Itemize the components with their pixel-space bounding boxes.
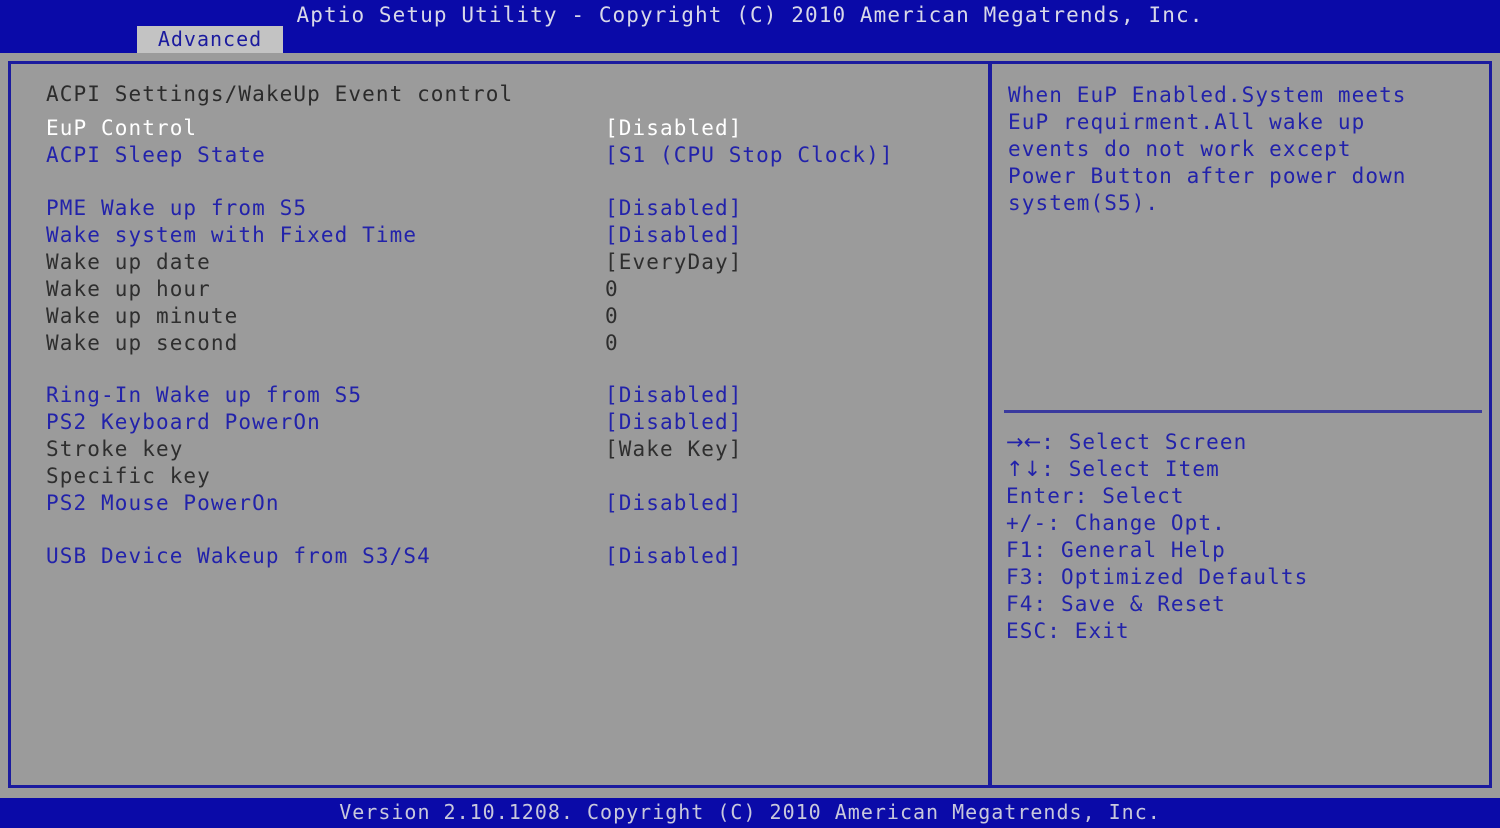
setting-value[interactable]: [Disabled] [605, 116, 742, 140]
key-legend-row: Enter: Select [1006, 484, 1476, 511]
setting-row: Wake up second 0 [46, 331, 976, 358]
utility-title: Aptio Setup Utility - Copyright (C) 2010… [296, 3, 1204, 27]
key-name: F3 [1006, 565, 1034, 589]
setting-value[interactable]: [Disabled] [605, 223, 742, 247]
setting-value: 0 [605, 331, 619, 355]
setting-row[interactable]: PME Wake up from S5 [Disabled] [46, 196, 976, 223]
key-legend-row: +/-: Change Opt. [1006, 511, 1476, 538]
key-legend-row: ESC: Exit [1006, 619, 1476, 646]
key-action-label: : Save & Reset [1033, 592, 1226, 616]
setting-row: Wake up minute 0 [46, 304, 976, 331]
setting-value: [EveryDay] [605, 250, 743, 274]
setting-label: Wake system with Fixed Time [46, 223, 418, 247]
key-action-label: : Select Item [1041, 457, 1220, 481]
setting-row[interactable]: USB Device Wakeup from S3/S4 [Disabled] [46, 544, 976, 571]
arrow-keys-icon: →← [1006, 430, 1042, 454]
setting-label: Wake up second [46, 331, 239, 355]
panel-divider [988, 64, 992, 785]
setting-label: PS2 Mouse PowerOn [46, 491, 280, 515]
key-action-label: : Change Opt. [1047, 511, 1226, 535]
setting-label: Wake up hour [46, 277, 211, 301]
key-action-label: : Select Screen [1041, 430, 1248, 454]
setting-label: Specific key [46, 464, 211, 488]
help-description: When EuP Enabled.System meets EuP requir… [1008, 83, 1407, 215]
setting-value[interactable]: [Disabled] [605, 544, 742, 568]
setting-label: EuP Control [46, 116, 198, 140]
setting-row[interactable]: PS2 Mouse PowerOn [Disabled] [46, 491, 976, 518]
key-legend: →←: Select Screen ↑↓: Select Item Enter: S… [1006, 430, 1476, 646]
key-legend-row: →←: Select Screen [1006, 430, 1476, 457]
setting-row[interactable]: Ring-In Wake up from S5 [Disabled] [46, 383, 976, 410]
setting-row: Wake up hour 0 [46, 277, 976, 304]
setting-label: Wake up date [46, 250, 211, 274]
key-legend-row: ↑↓: Select Item [1006, 457, 1476, 484]
key-action-label: : Exit [1047, 619, 1130, 643]
key-action-label: : Optimized Defaults [1033, 565, 1309, 589]
key-name: +/- [1006, 511, 1048, 535]
help-panel: When EuP Enabled.System meets EuP requir… [996, 66, 1488, 781]
title-bar: Aptio Setup Utility - Copyright (C) 2010… [0, 0, 1500, 53]
setting-value[interactable]: [S1 (CPU Stop Clock)] [605, 143, 894, 167]
setting-value[interactable]: [Disabled] [605, 383, 742, 407]
setting-row[interactable]: PS2 Keyboard PowerOn [Disabled] [46, 410, 976, 437]
key-name: ESC [1006, 619, 1048, 643]
setting-value[interactable]: [Disabled] [605, 491, 742, 515]
setting-row[interactable]: Wake system with Fixed Time [Disabled] [46, 223, 976, 250]
section-header: ACPI Settings/WakeUp Event control [46, 82, 514, 106]
key-legend-row: F4: Save & Reset [1006, 592, 1476, 619]
settings-panel: ACPI Settings/WakeUp Event control EuP C… [14, 66, 984, 781]
setting-label: Ring-In Wake up from S5 [46, 383, 363, 407]
key-name: F4 [1006, 592, 1034, 616]
setting-label: PME Wake up from S5 [46, 196, 308, 220]
setting-value[interactable]: [Disabled] [605, 410, 742, 434]
setting-value: [Wake Key] [605, 437, 743, 461]
setting-row[interactable]: EuP Control [Disabled] [46, 116, 976, 143]
key-name: F1 [1006, 538, 1034, 562]
setting-label: Stroke key [46, 437, 184, 461]
setting-row: Specific key [46, 464, 976, 491]
key-legend-row: F3: Optimized Defaults [1006, 565, 1476, 592]
key-legend-row: F1: General Help [1006, 538, 1476, 565]
setting-value[interactable]: [Disabled] [605, 196, 742, 220]
setting-label: ACPI Sleep State [46, 143, 266, 167]
setting-value: 0 [605, 277, 619, 301]
setting-value: 0 [605, 304, 619, 328]
setting-row[interactable]: ACPI Sleep State [S1 (CPU Stop Clock)] [46, 143, 976, 170]
footer-bar: Version 2.10.1208. Copyright (C) 2010 Am… [0, 798, 1500, 828]
setting-row: Wake up date [EveryDay] [46, 250, 976, 277]
key-name: Enter [1006, 484, 1075, 508]
tab-advanced[interactable]: Advanced [137, 26, 283, 53]
key-action-label: : Select [1074, 484, 1185, 508]
version-text: Version 2.10.1208. Copyright (C) 2010 Am… [339, 800, 1161, 824]
key-action-label: : General Help [1033, 538, 1226, 562]
setting-label: Wake up minute [46, 304, 239, 328]
bios-setup-screen: Aptio Setup Utility - Copyright (C) 2010… [0, 0, 1500, 828]
setting-row: Stroke key [Wake Key] [46, 437, 976, 464]
setting-label: PS2 Keyboard PowerOn [46, 410, 321, 434]
help-separator [1004, 410, 1482, 413]
setting-label: USB Device Wakeup from S3/S4 [46, 544, 431, 568]
arrow-keys-icon: ↑↓ [1006, 457, 1042, 481]
